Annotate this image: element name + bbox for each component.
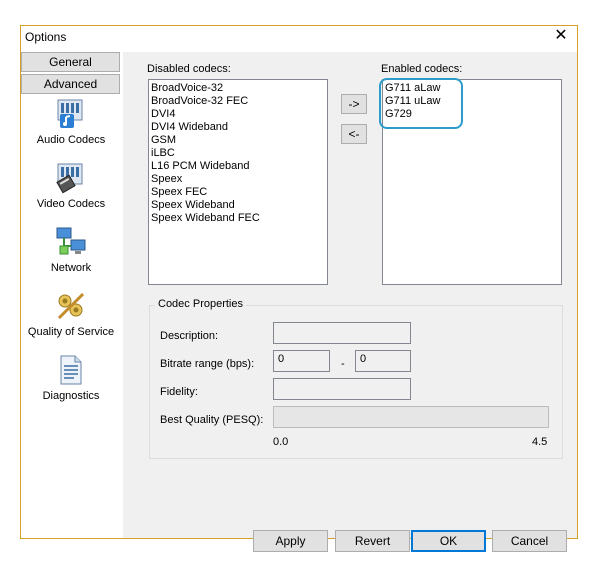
- list-item[interactable]: Speex Wideband FEC: [151, 212, 325, 225]
- sidebar-item-label: Audio Codecs: [36, 134, 106, 146]
- revert-button[interactable]: Revert: [335, 530, 410, 552]
- pesq-min: 0.0: [273, 436, 289, 448]
- list-item[interactable]: Speex Wideband: [151, 199, 325, 212]
- remove-codec-button[interactable]: <-: [341, 124, 367, 144]
- network-icon: [56, 227, 86, 255]
- bitrate-max-field: 0: [355, 350, 411, 372]
- fidelity-label: Fidelity:: [160, 386, 198, 398]
- codecs-panel: Disabled codecs: BroadVoice-32 BroadVoice…: [123, 52, 577, 552]
- sidebar-item-video-codecs[interactable]: Video Codecs: [21, 162, 121, 210]
- sidebar-item-audio-codecs[interactable]: Audio Codecs: [21, 98, 121, 146]
- sidebar-item-diagnostics[interactable]: Diagnostics: [21, 354, 121, 402]
- tab-general[interactable]: General: [21, 52, 120, 72]
- quality-of-service-icon: [57, 292, 85, 320]
- cancel-button[interactable]: Cancel: [492, 530, 567, 552]
- list-item[interactable]: Speex: [151, 173, 325, 186]
- list-item[interactable]: Speex FEC: [151, 186, 325, 199]
- disabled-codecs-label: Disabled codecs:: [147, 63, 231, 75]
- audio-codecs-icon: [57, 99, 83, 128]
- fidelity-field: [273, 378, 411, 400]
- enabled-codecs-label: Enabled codecs:: [381, 63, 463, 75]
- apply-button[interactable]: Apply: [253, 530, 328, 552]
- pesq-bar: [273, 406, 549, 428]
- list-item[interactable]: GSM: [151, 134, 325, 147]
- disabled-codecs-list[interactable]: BroadVoice-32 BroadVoice-32 FEC DVI4 DVI4 W…: [148, 79, 328, 285]
- description-field: [273, 322, 411, 344]
- pesq-label: Best Quality (PESQ):: [160, 414, 264, 426]
- bitrate-min-field: 0: [273, 350, 330, 372]
- bitrate-separator: -: [341, 358, 345, 370]
- sidebar-item-label: Network: [50, 262, 92, 274]
- list-item[interactable]: L16 PCM Wideband: [151, 160, 325, 173]
- sidebar-item-label: Diagnostics: [42, 390, 100, 402]
- bitrate-label: Bitrate range (bps):: [160, 358, 255, 370]
- window-title: Options: [25, 30, 67, 44]
- list-item[interactable]: DVI4 Wideband: [151, 121, 325, 134]
- ok-button[interactable]: OK: [411, 530, 486, 552]
- tab-advanced[interactable]: Advanced: [21, 74, 120, 94]
- sidebar: General Advanced Audio Codecs Video Code: [21, 52, 121, 538]
- sidebar-item-network[interactable]: Network: [21, 226, 121, 274]
- codec-properties-title: Codec Properties: [155, 298, 246, 310]
- title-bar: Options ✕: [21, 26, 577, 48]
- list-item[interactable]: BroadVoice-32: [151, 82, 325, 95]
- pesq-max: 4.5: [532, 436, 548, 448]
- list-item[interactable]: BroadVoice-32 FEC: [151, 95, 325, 108]
- sidebar-item-quality-of-service[interactable]: Quality of Service: [21, 290, 121, 338]
- list-item[interactable]: iLBC: [151, 147, 325, 160]
- list-item[interactable]: DVI4: [151, 108, 325, 121]
- diagnostics-icon: [60, 355, 82, 385]
- video-codecs-icon: [56, 163, 83, 194]
- codec-properties-group: Codec Properties Description: Bitrate ra…: [149, 298, 563, 459]
- description-label: Description:: [160, 330, 219, 342]
- enabled-codecs-highlight: [379, 78, 463, 129]
- sidebar-item-label: Quality of Service: [27, 326, 115, 338]
- options-dialog: Options ✕ General Advanced Audio Codecs: [20, 25, 578, 552]
- add-codec-button[interactable]: ->: [341, 94, 367, 114]
- close-icon[interactable]: ✕: [553, 28, 569, 44]
- sidebar-item-label: Video Codecs: [36, 198, 106, 210]
